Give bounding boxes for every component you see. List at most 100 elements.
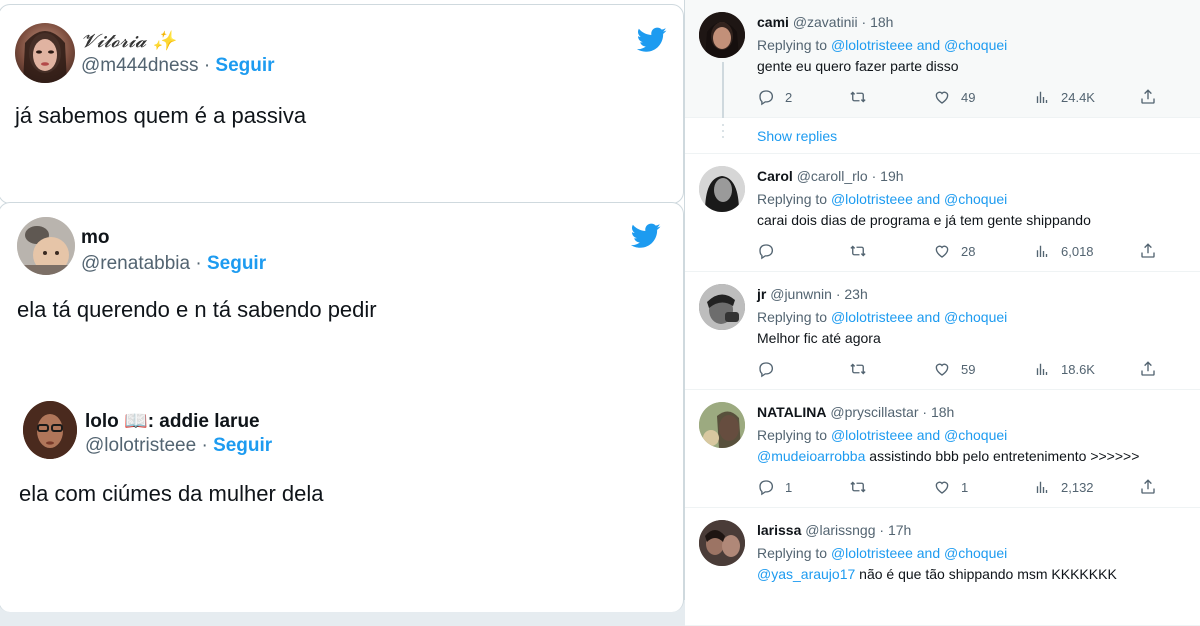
- replying-and: and: [916, 191, 941, 207]
- reply-icon[interactable]: [757, 478, 785, 496]
- like-count: 1: [961, 479, 969, 495]
- reply-time[interactable]: 18h: [870, 14, 893, 30]
- display-name[interactable]: mo: [81, 227, 110, 249]
- avatar[interactable]: [23, 401, 77, 459]
- views-action[interactable]: 2,132: [1033, 478, 1094, 496]
- reply-author-handle[interactable]: @junwnin: [770, 286, 832, 302]
- mention-link[interactable]: @choquei: [944, 427, 1007, 443]
- like-action[interactable]: 49: [933, 88, 975, 106]
- views-icon[interactable]: [1033, 88, 1061, 106]
- reply-item[interactable]: Carol @caroll_rlo · 19h Replying to @lol…: [685, 154, 1200, 272]
- avatar[interactable]: [699, 402, 745, 448]
- reply-item[interactable]: jr @junwnin · 23h Replying to @lolotrist…: [685, 272, 1200, 390]
- like-action[interactable]: 1: [933, 478, 968, 496]
- share-icon[interactable]: [1139, 478, 1167, 496]
- reply-item[interactable]: cami @zavatinii · 18h Replying to @lolot…: [685, 0, 1200, 118]
- retweet-icon[interactable]: [849, 88, 877, 106]
- views-icon[interactable]: [1033, 360, 1061, 378]
- twitter-bird-icon[interactable]: [637, 27, 667, 53]
- display-name[interactable]: 𝓥𝓲𝓽𝓸𝓻𝓲𝓪 ✨: [81, 29, 176, 52]
- follow-button[interactable]: Seguir: [215, 55, 274, 76]
- avatar[interactable]: [699, 166, 745, 212]
- reply-author-handle[interactable]: @larissngg: [805, 522, 875, 538]
- reply-icon[interactable]: [757, 88, 785, 106]
- replying-prefix: Replying to: [757, 37, 828, 53]
- handle[interactable]: @lolotristeee: [85, 435, 196, 456]
- reply-action[interactable]: 2: [757, 88, 792, 106]
- display-name[interactable]: lolo 📖: addie larue: [85, 409, 260, 433]
- views-action[interactable]: 24.4K: [1033, 88, 1095, 106]
- reply-time[interactable]: 18h: [931, 404, 954, 420]
- mention-link[interactable]: @choquei: [944, 37, 1007, 53]
- share-action[interactable]: [1139, 242, 1167, 260]
- mention-link[interactable]: @lolotristeee: [831, 427, 913, 443]
- avatar[interactable]: [17, 217, 75, 275]
- reply-item[interactable]: NATALINA @pryscillastar · 18h Replying t…: [685, 390, 1200, 508]
- twitter-bird-icon[interactable]: [631, 223, 661, 249]
- replying-prefix: Replying to: [757, 427, 828, 443]
- reply-time[interactable]: 17h: [888, 522, 911, 538]
- retweet-action[interactable]: [849, 478, 877, 496]
- like-icon[interactable]: [933, 478, 961, 496]
- like-icon[interactable]: [933, 88, 961, 106]
- avatar[interactable]: [699, 284, 745, 330]
- share-icon[interactable]: [1139, 88, 1167, 106]
- tweet-card[interactable]: mo @renatabbia · Seguir ela tá querendo …: [0, 202, 684, 612]
- share-action[interactable]: [1139, 478, 1167, 496]
- reply-author-handle[interactable]: @caroll_rlo: [797, 168, 868, 184]
- mention-link[interactable]: @choquei: [944, 309, 1007, 325]
- views-action[interactable]: 18.6K: [1033, 360, 1095, 378]
- share-icon[interactable]: [1139, 360, 1167, 378]
- reply-action[interactable]: [757, 242, 785, 260]
- mention-link[interactable]: @choquei: [944, 545, 1007, 561]
- share-action[interactable]: [1139, 360, 1167, 378]
- like-icon[interactable]: [933, 242, 961, 260]
- mention-link[interactable]: @lolotristeee: [831, 37, 913, 53]
- follow-button[interactable]: Seguir: [207, 253, 266, 274]
- share-icon[interactable]: [1139, 242, 1167, 260]
- views-icon[interactable]: [1033, 242, 1061, 260]
- reply-action[interactable]: 1: [757, 478, 792, 496]
- mention-link[interactable]: @lolotristeee: [831, 309, 913, 325]
- reply-author-handle[interactable]: @zavatinii: [793, 14, 858, 30]
- reply-text-content: assistindo bbb pelo entretenimento >>>>>…: [865, 448, 1140, 464]
- mention-link[interactable]: @lolotristeee: [831, 545, 913, 561]
- views-icon[interactable]: [1033, 478, 1061, 496]
- show-replies-link[interactable]: Show replies: [757, 128, 837, 144]
- reply-item[interactable]: larissa @larissngg · 17h Replying to @lo…: [685, 508, 1200, 626]
- mention-link[interactable]: @mudeioarrobba: [757, 448, 865, 464]
- views-action[interactable]: 6,018: [1033, 242, 1094, 260]
- retweet-action[interactable]: [849, 360, 877, 378]
- show-replies-row[interactable]: Show replies: [685, 118, 1200, 154]
- like-action[interactable]: 59: [933, 360, 975, 378]
- reply-action[interactable]: [757, 360, 785, 378]
- reply-author-name[interactable]: Carol: [757, 168, 793, 184]
- retweet-action[interactable]: [849, 242, 877, 260]
- follow-button[interactable]: Seguir: [213, 435, 272, 456]
- reply-author-name[interactable]: jr: [757, 286, 766, 302]
- reply-icon[interactable]: [757, 360, 785, 378]
- like-action[interactable]: 28: [933, 242, 975, 260]
- reply-author-name[interactable]: larissa: [757, 522, 801, 538]
- mention-link[interactable]: @yas_araujo17: [757, 566, 855, 582]
- like-icon[interactable]: [933, 360, 961, 378]
- retweet-action[interactable]: [849, 88, 877, 106]
- retweet-icon[interactable]: [849, 360, 877, 378]
- avatar[interactable]: [699, 12, 745, 58]
- reply-author-name[interactable]: NATALINA: [757, 404, 826, 420]
- avatar[interactable]: [699, 520, 745, 566]
- handle[interactable]: @m444dness: [81, 55, 199, 76]
- avatar[interactable]: [15, 23, 75, 83]
- reply-author-handle[interactable]: @pryscillastar: [830, 404, 918, 420]
- retweet-icon[interactable]: [849, 242, 877, 260]
- reply-icon[interactable]: [757, 242, 785, 260]
- tweet-card[interactable]: 𝓥𝓲𝓽𝓸𝓻𝓲𝓪 ✨ @m444dness · Seguir já sabemos…: [0, 4, 684, 204]
- retweet-icon[interactable]: [849, 478, 877, 496]
- mention-link[interactable]: @choquei: [944, 191, 1007, 207]
- reply-time[interactable]: 19h: [880, 168, 903, 184]
- reply-author-name[interactable]: cami: [757, 14, 789, 30]
- reply-time[interactable]: 23h: [844, 286, 867, 302]
- handle[interactable]: @renatabbia: [81, 253, 190, 274]
- mention-link[interactable]: @lolotristeee: [831, 191, 913, 207]
- share-action[interactable]: [1139, 88, 1167, 106]
